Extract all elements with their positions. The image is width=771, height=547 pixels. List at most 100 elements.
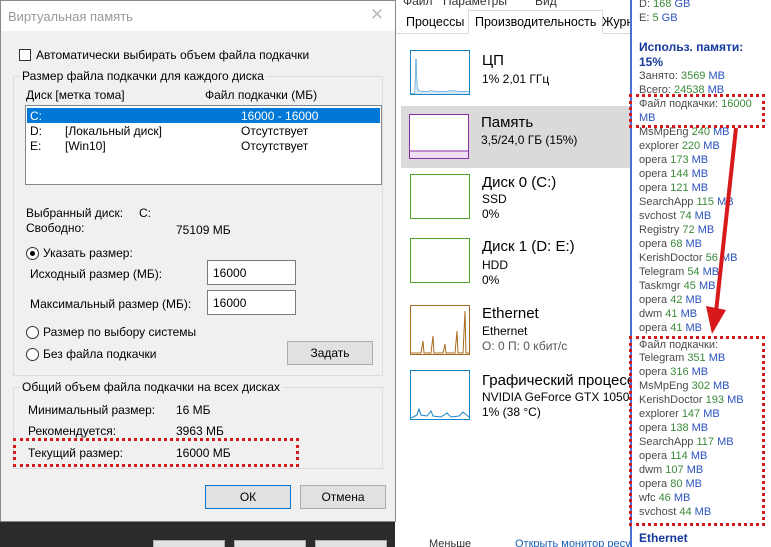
radio-no-pagefile[interactable]	[26, 348, 39, 361]
disk1-graph	[410, 238, 470, 283]
disk1-usage: 0%	[482, 273, 500, 287]
overlay-busy: Занято: 3569 MB	[639, 70, 725, 82]
mem-item: opera 68 MB	[639, 237, 702, 251]
background-button-2	[234, 540, 306, 547]
radio-custom-size-label: Указать размер:	[43, 246, 133, 260]
disk-row-d[interactable]: D: [Локальный диск] Отсутствует	[27, 123, 380, 138]
gpu-model: NVIDIA GeForce GTX 1050 Ti	[482, 390, 643, 404]
menu-view[interactable]: Вид	[535, 0, 557, 8]
process-value: 54	[687, 266, 700, 278]
process-value: 42	[670, 294, 683, 306]
process-value: 74	[679, 210, 692, 222]
process-name: opera	[639, 168, 668, 180]
mem-item: opera 173 MB	[639, 153, 708, 167]
process-value: 41	[670, 322, 683, 334]
dialog-title: Виртуальная память	[8, 9, 133, 24]
process-name: opera	[639, 154, 668, 166]
gpu-usage: 1% (38 °C)	[482, 405, 541, 419]
tab-processes[interactable]: Процессы	[399, 10, 471, 34]
radio-system-managed[interactable]	[26, 326, 39, 339]
process-unit: MB	[680, 308, 698, 320]
ethernet-throughput: О: 0 П: 0 кбит/с	[482, 339, 568, 353]
overlay-drive-d: D: 168 GB	[639, 0, 691, 10]
set-button[interactable]: Задать	[287, 341, 373, 365]
initial-size-label: Исходный размер (МБ):	[30, 267, 163, 281]
disk0-usage: 0%	[482, 207, 500, 221]
ethernet-graph	[410, 305, 470, 355]
memory-name: Память	[481, 114, 534, 131]
pagefile-column-header: Файл подкачки (МБ)	[205, 88, 318, 102]
disk0-type: SSD	[482, 192, 507, 206]
process-name: opera	[639, 294, 668, 306]
disk-row-c[interactable]: C: 16000 - 16000	[27, 108, 380, 123]
mem-item: opera 121 MB	[639, 181, 708, 195]
memory-usage: 3,5/24,0 ГБ (15%)	[481, 133, 578, 147]
process-name: Taskmgr	[639, 280, 681, 292]
min-size-label: Минимальный размер:	[28, 403, 156, 417]
cpu-usage: 1% 2,01 ГГц	[482, 72, 550, 86]
disk0-graph	[410, 174, 470, 219]
overlay-mem-heading: Использ. памяти:	[639, 40, 744, 54]
overlay-drive-e: E: 5 GB	[639, 12, 678, 24]
disk-row-e[interactable]: E: [Win10] Отсутствует	[27, 138, 380, 153]
process-value: 220	[681, 140, 701, 152]
mem-item: opera 42 MB	[639, 293, 702, 307]
tab-performance[interactable]: Производительность	[468, 10, 604, 34]
process-name: Telegram	[639, 266, 685, 278]
red-arrow-icon	[706, 127, 738, 334]
mem-item: dwm 41 MB	[639, 307, 697, 321]
cancel-button[interactable]: Отмена	[300, 485, 386, 509]
radio-system-managed-label: Размер по выбору системы	[43, 325, 197, 339]
disk0-name: Диск 0 (C:)	[482, 174, 557, 191]
overlay-ethernet-heading: Ethernet	[639, 531, 688, 545]
background-button-1	[153, 540, 225, 547]
selected-disk-label: Выбранный диск:	[26, 206, 124, 220]
process-name: KerishDoctor	[639, 252, 703, 264]
free-space-value: 75109 МБ	[176, 223, 231, 237]
initial-size-input[interactable]	[207, 260, 296, 285]
close-icon[interactable]: ✕	[369, 6, 385, 24]
process-value: 173	[670, 154, 689, 166]
max-size-input[interactable]	[207, 290, 296, 315]
menu-options[interactable]: Параметры	[443, 0, 507, 8]
ethernet-name: Ethernet	[482, 305, 539, 322]
auto-pagefile-label: Автоматически выбирать объем файла подка…	[36, 48, 310, 62]
recommended-label: Рекомендуется:	[28, 424, 117, 438]
fewer-details-link[interactable]: Меньше	[429, 538, 471, 547]
disk1-type: HDD	[482, 258, 508, 272]
process-name: opera	[639, 238, 668, 250]
process-name: explorer	[639, 140, 679, 152]
mem-item: opera 144 MB	[639, 167, 708, 181]
recommended-value: 3963 МБ	[176, 424, 224, 438]
min-size-value: 16 МБ	[176, 403, 211, 417]
per-disk-group-title: Размер файла подкачки для каждого диска	[20, 69, 266, 83]
virtual-memory-dialog: Виртуальная память ✕ Автоматически выбир…	[0, 0, 396, 522]
background-button-3	[315, 540, 387, 547]
process-name: opera	[639, 322, 668, 334]
radio-custom-size[interactable]	[26, 247, 39, 260]
ok-button[interactable]: ОК	[205, 485, 291, 509]
dialog-titlebar: Виртуальная память ✕	[1, 1, 395, 31]
memory-graph	[409, 114, 469, 159]
process-value: 72	[682, 224, 695, 236]
process-name: dwm	[639, 308, 663, 320]
ethernet-adapter: Ethernet	[482, 324, 528, 338]
process-name: Registry	[639, 224, 680, 236]
process-value: 41	[665, 308, 678, 320]
menu-file[interactable]: Файл	[403, 0, 433, 8]
selected-disk-value: C:	[139, 206, 151, 220]
radio-no-pagefile-label: Без файла подкачки	[43, 347, 157, 361]
max-size-label: Максимальный размер (МБ):	[30, 297, 192, 311]
process-value: 68	[670, 238, 683, 250]
disk1-name: Диск 1 (D: E:)	[482, 238, 575, 255]
disk-column-header: Диск [метка тома]	[26, 88, 125, 102]
cpu-graph	[410, 50, 470, 95]
process-value: 121	[670, 182, 689, 194]
cpu-name: ЦП	[482, 52, 504, 69]
current-size-highlight	[13, 438, 299, 467]
process-value: 144	[670, 168, 689, 180]
process-name: SearchApp	[639, 196, 694, 208]
auto-pagefile-checkbox[interactable]	[19, 49, 31, 61]
total-pagefile-group-title: Общий объем файла подкачки на всех диска…	[20, 380, 282, 394]
gpu-graph	[410, 370, 470, 420]
